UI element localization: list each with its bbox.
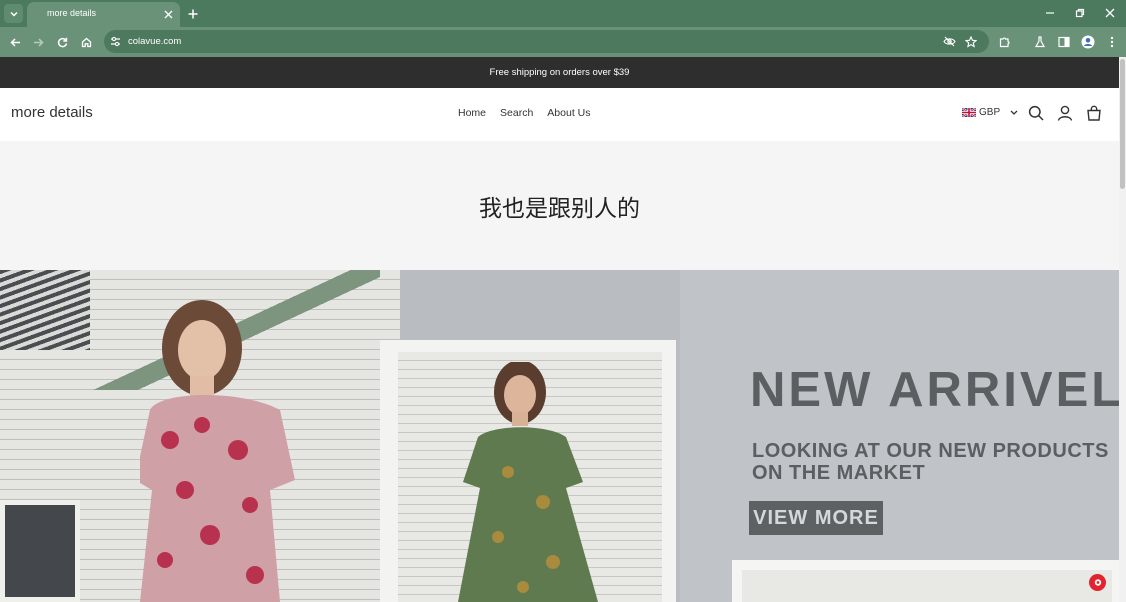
- close-window-button[interactable]: [1102, 5, 1118, 21]
- kebab-menu-icon: [1110, 36, 1114, 48]
- hero-promo-panel: NEW ARRIVEL LOOKING AT OUR NEW PRODUCTS …: [680, 270, 1119, 602]
- hero-inset-photo: [380, 340, 676, 602]
- site-logo[interactable]: more details: [11, 104, 93, 121]
- view-more-button[interactable]: VIEW MORE: [749, 501, 883, 535]
- hero-model-pink-dress: [140, 300, 295, 602]
- home-button[interactable]: [77, 33, 95, 51]
- chat-icon: [1094, 578, 1101, 586]
- minimize-button[interactable]: [1042, 5, 1058, 21]
- hero-banner[interactable]: NEW ARRIVEL LOOKING AT OUR NEW PRODUCTS …: [0, 270, 1119, 602]
- collection-title-section: 我也是跟别人的: [0, 141, 1119, 270]
- close-icon: [1105, 8, 1115, 18]
- chat-widget-button[interactable]: [1089, 574, 1106, 591]
- bookmark-button[interactable]: [963, 34, 978, 49]
- hero-window: [0, 500, 80, 602]
- side-panel-icon: [1058, 36, 1070, 48]
- labs-button[interactable]: [1032, 34, 1048, 50]
- tab-close-button[interactable]: [161, 7, 175, 21]
- nav-about-us[interactable]: About Us: [547, 107, 590, 119]
- nav-home[interactable]: Home: [458, 107, 486, 119]
- hero-thumbnail-photo: [732, 560, 1119, 602]
- forward-button[interactable]: [29, 33, 47, 51]
- collection-title: 我也是跟别人的: [479, 195, 640, 222]
- site-header: more details Home Search About Us GBP: [0, 88, 1119, 141]
- side-panel-button[interactable]: [1056, 34, 1072, 50]
- tab-search-button[interactable]: [4, 4, 23, 23]
- cart-button[interactable]: [1084, 103, 1104, 123]
- plus-icon: [188, 9, 198, 19]
- web-page: Free shipping on orders over $39 more de…: [0, 57, 1119, 602]
- nav-search[interactable]: Search: [500, 107, 533, 119]
- browser-toolbar: colavue.com: [0, 27, 1126, 57]
- browser-menu-button[interactable]: [1104, 34, 1120, 50]
- search-icon: [1028, 105, 1044, 121]
- announcement-bar: Free shipping on orders over $39: [0, 57, 1119, 88]
- currency-selector[interactable]: GBP: [962, 107, 1020, 118]
- arrow-right-icon: [33, 37, 44, 47]
- uk-flag-icon: [962, 108, 976, 117]
- address-bar[interactable]: colavue.com: [104, 30, 989, 53]
- hero-subheadline: LOOKING AT OUR NEW PRODUCTS ON THE MARKE…: [752, 440, 1109, 484]
- home-icon: [81, 37, 91, 47]
- new-tab-button[interactable]: [185, 6, 201, 22]
- hero-model-green-dress: [458, 362, 598, 602]
- arrow-left-icon: [9, 37, 20, 47]
- reload-icon: [57, 37, 67, 47]
- minimize-icon: [1046, 12, 1054, 14]
- account-button[interactable]: [1055, 103, 1075, 123]
- browser-tab[interactable]: more details: [27, 2, 180, 27]
- header-search-button[interactable]: [1026, 103, 1046, 123]
- scrollbar-thumb[interactable]: [1120, 59, 1125, 189]
- restore-button[interactable]: [1072, 5, 1088, 21]
- page-scrollbar[interactable]: [1119, 57, 1126, 602]
- url-text: colavue.com: [128, 36, 182, 47]
- puzzle-icon: [999, 37, 1010, 48]
- tab-title: more details: [47, 8, 97, 18]
- announcement-text: Free shipping on orders over $39: [489, 67, 630, 78]
- chevron-down-icon: [1010, 110, 1018, 115]
- currency-label: GBP: [979, 107, 1001, 118]
- browser-tab-bar: more details: [0, 0, 1126, 27]
- hero-headline: NEW ARRIVEL: [750, 363, 1119, 417]
- chevron-down-icon: [9, 11, 18, 17]
- main-nav: Home Search About Us: [458, 107, 591, 119]
- tune-icon: [111, 36, 120, 47]
- close-icon: [164, 10, 172, 18]
- bag-icon: [1087, 105, 1101, 121]
- restore-icon: [1075, 8, 1085, 18]
- site-info-button[interactable]: [108, 34, 123, 49]
- tracking-protection-button[interactable]: [942, 34, 957, 49]
- eye-off-icon: [943, 36, 956, 47]
- profile-icon: [1081, 35, 1095, 49]
- flask-icon: [1034, 36, 1046, 48]
- profile-button[interactable]: [1080, 34, 1096, 50]
- view-more-label: VIEW MORE: [753, 506, 879, 529]
- reload-button[interactable]: [53, 33, 71, 51]
- hero-inset-siding: [398, 352, 662, 602]
- back-button[interactable]: [6, 33, 24, 51]
- user-icon: [1057, 105, 1073, 121]
- star-icon: [964, 35, 977, 48]
- extensions-button[interactable]: [997, 34, 1013, 50]
